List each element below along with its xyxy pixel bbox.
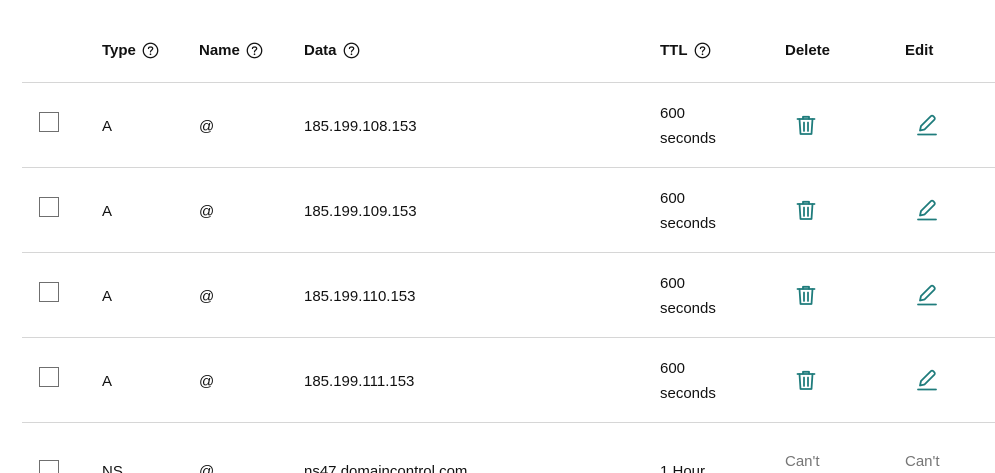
table-row: A @ 185.199.110.153 600 seconds: [0, 253, 995, 338]
trash-icon[interactable]: [794, 198, 818, 222]
row-checkbox[interactable]: [39, 460, 59, 473]
column-header-type: Type: [102, 42, 159, 59]
help-icon[interactable]: [246, 42, 263, 59]
record-data: 185.199.110.153: [304, 288, 416, 305]
ttl-unit: seconds: [660, 215, 716, 232]
record-ttl: 600 seconds: [660, 186, 716, 236]
record-name: @: [199, 373, 215, 390]
record-name: @: [199, 288, 215, 305]
record-ttl: 600 seconds: [660, 101, 716, 151]
help-icon[interactable]: [343, 42, 360, 59]
record-data: 185.199.109.153: [304, 203, 417, 220]
edit-unavailable-text: Can't: [905, 453, 940, 470]
pencil-icon[interactable]: [915, 283, 939, 307]
record-ttl: 600 seconds: [660, 356, 716, 406]
ttl-unit: seconds: [660, 300, 716, 317]
record-type: A: [102, 203, 113, 220]
ttl-unit: seconds: [660, 385, 716, 402]
pencil-icon[interactable]: [915, 113, 939, 137]
trash-icon[interactable]: [794, 113, 818, 137]
column-header-data: Data: [304, 42, 360, 59]
row-checkbox[interactable]: [39, 197, 59, 217]
record-type: A: [102, 288, 113, 305]
table-row: A @ 185.199.111.153 600 seconds: [0, 338, 995, 423]
trash-icon[interactable]: [794, 283, 818, 307]
help-icon[interactable]: [142, 42, 159, 59]
row-checkbox[interactable]: [39, 367, 59, 387]
delete-unavailable-text: Can't: [785, 453, 820, 470]
column-header-name: Name: [199, 42, 263, 59]
ttl-value: 600: [660, 275, 686, 292]
row-checkbox[interactable]: [39, 112, 59, 132]
ttl-unit: seconds: [660, 130, 716, 147]
record-ttl: 600 seconds: [660, 271, 716, 321]
record-name: @: [199, 118, 215, 135]
table-row: A @ 185.199.109.153 600 seconds: [0, 168, 995, 253]
pencil-icon[interactable]: [915, 368, 939, 392]
trash-icon[interactable]: [794, 368, 818, 392]
table-header: Type Name Data TTL Delete Edit: [0, 0, 995, 82]
ttl-value: 600: [660, 360, 686, 377]
record-ttl: 1 Hour: [660, 463, 706, 473]
row-checkbox[interactable]: [39, 282, 59, 302]
record-data: ns47.domaincontrol.com: [304, 463, 468, 473]
record-type: A: [102, 118, 113, 135]
column-header-ttl: TTL: [660, 42, 711, 59]
ttl-value: 600: [660, 105, 686, 122]
record-data: 185.199.111.153: [304, 373, 415, 390]
record-name: @: [199, 463, 215, 473]
ttl-value: 600: [660, 190, 686, 207]
record-type: NS: [102, 463, 123, 473]
record-name: @: [199, 203, 215, 220]
record-data: 185.199.108.153: [304, 118, 417, 135]
help-icon[interactable]: [694, 42, 711, 59]
record-type: A: [102, 373, 113, 390]
table-row: NS @ ns47.domaincontrol.com 1 Hour Can't…: [0, 423, 995, 473]
column-header-edit: Edit: [905, 42, 934, 59]
column-header-delete: Delete: [785, 42, 831, 59]
table-row: A @ 185.199.108.153 600 seconds: [0, 83, 995, 168]
pencil-icon[interactable]: [915, 198, 939, 222]
